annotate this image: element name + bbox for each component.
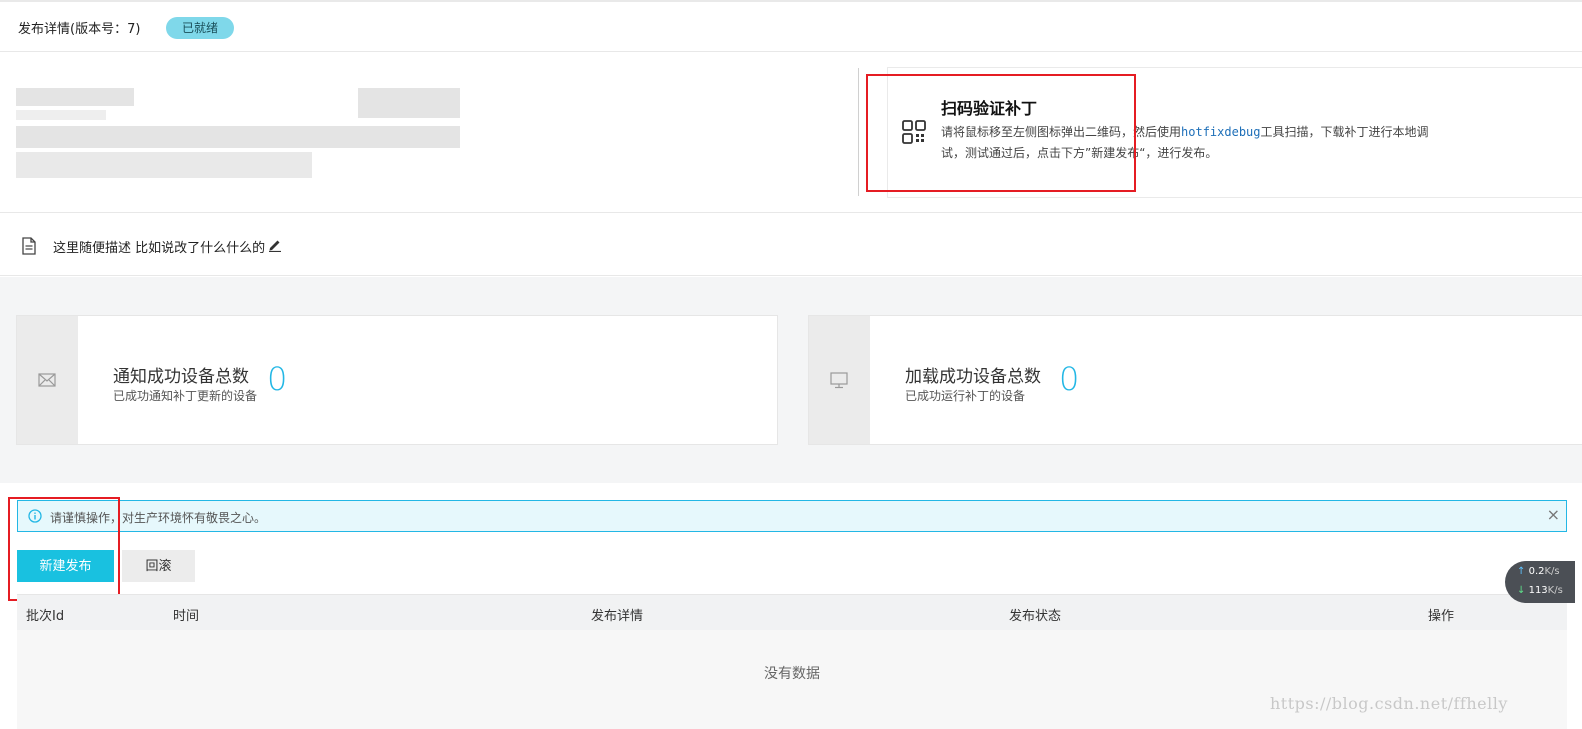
status-badge: 已就绪 xyxy=(166,17,234,39)
blurred-content xyxy=(16,88,134,106)
page-title: 发布详情(版本号：7) xyxy=(18,22,141,37)
upload-unit: K/s xyxy=(1544,566,1560,577)
download-unit: K/s xyxy=(1547,585,1563,596)
stat-title: 通知成功设备总数 xyxy=(113,367,249,387)
vertical-divider xyxy=(858,68,859,196)
hotfixdebug-tool-name: hotfixdebug xyxy=(1181,125,1261,139)
stat-title: 加载成功设备总数 xyxy=(905,367,1041,387)
stat-value: 0 xyxy=(267,360,288,398)
close-icon[interactable]: × xyxy=(1547,505,1560,524)
stat-icon-box xyxy=(17,316,78,444)
column-header[interactable]: 发布详情 xyxy=(591,605,643,624)
network-speed-widget[interactable]: ↑ 0.2K/s ↓ 113K/s xyxy=(1505,561,1575,603)
edit-pen-icon[interactable] xyxy=(268,238,282,252)
envelope-icon xyxy=(38,373,56,387)
column-header[interactable]: 操作 xyxy=(1428,605,1454,624)
empty-state-text: 没有数据 xyxy=(764,666,820,682)
section-gap xyxy=(0,277,1582,293)
stat-card-loaded: 加载成功设备总数 已成功运行补丁的设备 0 xyxy=(808,315,1582,445)
blurred-content xyxy=(16,152,312,178)
page-header: 发布详情(版本号：7) 已就绪 xyxy=(0,2,1582,52)
watermark: https://blog.csdn.net/ffhelly xyxy=(1270,694,1508,713)
download-speed: 113 xyxy=(1528,585,1548,596)
table-body: 没有数据 xyxy=(17,630,1567,729)
blurred-content xyxy=(16,110,106,120)
download-arrow-icon: ↓ xyxy=(1517,585,1526,596)
stat-icon-box xyxy=(809,316,870,444)
column-header[interactable]: 时间 xyxy=(173,605,199,624)
section-gap xyxy=(0,467,1582,483)
blurred-content xyxy=(358,88,460,118)
stat-subtitle: 已成功运行补丁的设备 xyxy=(905,389,1026,403)
blurred-content xyxy=(16,126,460,148)
stat-card-notified: 通知成功设备总数 已成功通知补丁更新的设备 0 xyxy=(16,315,778,445)
warning-alert: 请谨慎操作，对生产环境怀有敬畏之心。 × xyxy=(17,500,1567,532)
upload-arrow-icon: ↑ xyxy=(1517,566,1526,577)
rollback-button[interactable]: 回滚 xyxy=(122,550,195,582)
highlight-box-button xyxy=(8,497,120,601)
table-header: 批次Id 时间 发布详情 发布状态 操作 xyxy=(17,594,1567,630)
stat-subtitle: 已成功通知补丁更新的设备 xyxy=(113,389,258,403)
column-header[interactable]: 批次Id xyxy=(26,605,64,624)
document-icon xyxy=(22,237,36,255)
upload-speed: 0.2 xyxy=(1528,566,1545,577)
release-description: 这里随便描述 比如说改了什么什么的 xyxy=(53,241,266,256)
stat-value: 0 xyxy=(1059,360,1080,398)
highlight-box-scan xyxy=(866,74,1136,192)
column-header[interactable]: 发布状态 xyxy=(1009,605,1061,624)
monitor-icon xyxy=(830,372,848,389)
